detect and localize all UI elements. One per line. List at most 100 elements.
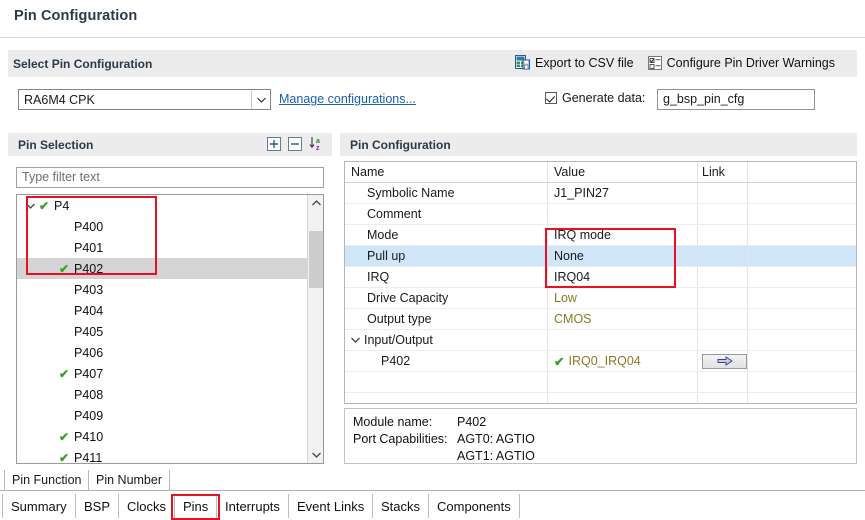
table-row[interactable] [345, 372, 856, 393]
filter-input[interactable]: Type filter text [16, 167, 324, 188]
editor-tab-event-links[interactable]: Event Links [288, 494, 373, 518]
table-row[interactable]: Symbolic NameJ1_PIN27 [345, 183, 856, 204]
configure-pin-driver-warnings-button[interactable]: Configure Pin Driver Warnings [648, 56, 835, 70]
table-row[interactable]: Output typeCMOS [345, 309, 856, 330]
table-row[interactable]: Comment [345, 204, 856, 225]
pin-tree-item-p400[interactable]: P400 [17, 216, 307, 237]
table-row[interactable]: P402✔IRQ0_IRQ04 [345, 351, 856, 372]
generate-data-input[interactable]: g_bsp_pin_cfg [657, 89, 815, 110]
sort-az-icon[interactable]: a z [309, 136, 324, 151]
table-row[interactable]: Pull upNone [345, 246, 856, 267]
scroll-down-icon[interactable] [308, 447, 324, 463]
cell-value[interactable] [548, 330, 698, 350]
band-actions: Export to CSV file Configure Pin Driver … [515, 55, 835, 70]
cell-link [698, 183, 748, 203]
pin-tree-item-label: P403 [74, 283, 103, 297]
cell-value[interactable]: J1_PIN27 [548, 183, 698, 203]
cell-value[interactable]: ✔IRQ0_IRQ04 [548, 351, 698, 371]
cell-value[interactable]: None [548, 246, 698, 266]
pin-tree-item-p411[interactable]: ✔P411 [17, 447, 307, 464]
pin-tree-item-p4[interactable]: ✔P4 [17, 195, 307, 216]
cell-value-label: IRQ04 [554, 270, 590, 284]
pin-tree-item-p407[interactable]: ✔P407 [17, 363, 307, 384]
table-row[interactable]: ModeIRQ mode [345, 225, 856, 246]
table-row[interactable] [345, 393, 856, 404]
pin-tree-item-label: P407 [74, 367, 103, 381]
editor-tabs[interactable]: Summary BSP Clocks PinsInterruptsEvent Link… [0, 494, 865, 520]
manage-configurations-link[interactable]: Manage configurations... [279, 92, 416, 106]
pin-configuration-select[interactable]: RA6M4 CPK [18, 89, 271, 110]
cell-value[interactable]: Low [548, 288, 698, 308]
pin-tree-item-p408[interactable]: P408 [17, 384, 307, 405]
cell-name [345, 372, 548, 392]
editor-tab-bsp[interactable]: BSP [75, 494, 119, 518]
cell-value[interactable] [548, 393, 698, 404]
pin-configuration-select-value: RA6M4 CPK [24, 93, 95, 107]
port-capabilities-label-spacer [353, 448, 457, 465]
cell-spacer [748, 372, 856, 392]
pin-tree-item-p403[interactable]: P403 [17, 279, 307, 300]
svg-text:z: z [316, 145, 320, 151]
check-icon: ✔ [57, 452, 71, 464]
tab-label: Pin Function [12, 473, 81, 487]
pin-tree-item-p404[interactable]: P404 [17, 300, 307, 321]
table-row[interactable]: Drive Capacity Low [345, 288, 856, 309]
pin-selection-toolbar: a z [267, 136, 324, 151]
band-title: Select Pin Configuration [13, 57, 152, 71]
cell-spacer [748, 393, 856, 404]
cell-value[interactable]: CMOS [548, 309, 698, 329]
cell-value[interactable]: IRQ mode [548, 225, 698, 245]
editor-tab-clocks[interactable]: Clocks [118, 494, 175, 518]
module-name-row: Module name: P402 [353, 414, 856, 431]
scroll-up-icon[interactable] [308, 195, 324, 211]
tab-label: Clocks [127, 499, 166, 514]
cell-value-label: CMOS [554, 312, 592, 326]
pin-view-tab-pin-function[interactable]: Pin Function [4, 470, 89, 490]
cell-link [698, 225, 748, 245]
cell-name-label: Input/Output [364, 333, 433, 347]
scrollbar-thumb[interactable] [309, 231, 323, 288]
editor-tab-stacks[interactable]: Stacks [372, 494, 429, 518]
chevron-down-icon[interactable] [251, 90, 270, 109]
editor-tab-components[interactable]: Components [428, 494, 520, 518]
cell-value[interactable] [548, 372, 698, 392]
cell-name-label: Drive Capacity [367, 291, 448, 305]
table-row[interactable]: IRQIRQ04 [345, 267, 856, 288]
pin-configuration-table[interactable]: Name Value Link Symbolic NameJ1_PIN27Com… [344, 161, 857, 404]
collapse-all-icon[interactable] [288, 137, 302, 151]
editor-tab-pins[interactable]: Pins [174, 494, 217, 518]
cell-spacer [748, 204, 856, 224]
arrow-right-icon[interactable] [702, 354, 747, 369]
pin-view-tab-pin-number[interactable]: Pin Number [88, 470, 170, 490]
pin-tree-item-p402[interactable]: ✔P402 [17, 258, 324, 279]
pin-tree-item-p410[interactable]: ✔P410 [17, 426, 307, 447]
pin-tree-item-label: P401 [74, 241, 103, 255]
cell-name: P402 [345, 351, 548, 371]
generate-data-checkbox[interactable] [545, 92, 557, 104]
pin-tree-item-p406[interactable]: P406 [17, 342, 307, 363]
page-title: Pin Configuration [14, 8, 137, 24]
title-divider [0, 37, 865, 38]
pin-selection-panel-header: Pin Selection a z [8, 133, 332, 156]
cell-value[interactable] [548, 204, 698, 224]
table-row[interactable]: Input/Output [345, 330, 856, 351]
pin-tree-item-p401[interactable]: P401 [17, 237, 307, 258]
expand-all-icon[interactable] [267, 137, 281, 151]
pin-tree-item-p405[interactable]: P405 [17, 321, 307, 342]
tab-label: Summary [11, 499, 67, 514]
cell-value[interactable]: IRQ04 [548, 267, 698, 287]
column-header-link: Link [698, 162, 748, 182]
pin-tree-item-label: P411 [74, 451, 102, 465]
chevron-down-icon[interactable] [23, 203, 37, 209]
pin-tree-item-label: P402 [74, 262, 103, 276]
cell-spacer [748, 288, 856, 308]
pin-tree-scrollbar[interactable] [307, 195, 323, 463]
pin-view-tabs[interactable]: Pin Function Pin Number [0, 470, 865, 491]
editor-tab-summary[interactable]: Summary [2, 494, 76, 518]
export-to-csv-button[interactable]: Export to CSV file [515, 55, 634, 70]
pin-tree-item-p409[interactable]: P409 [17, 405, 307, 426]
pin-tree[interactable]: ✔P4P400P401✔P402P403P404P405P406✔P407P40… [16, 194, 324, 464]
editor-tab-interrupts[interactable]: Interrupts [216, 494, 289, 518]
generate-data-label: Generate data: [562, 91, 645, 105]
chevron-down-icon[interactable] [351, 337, 360, 343]
